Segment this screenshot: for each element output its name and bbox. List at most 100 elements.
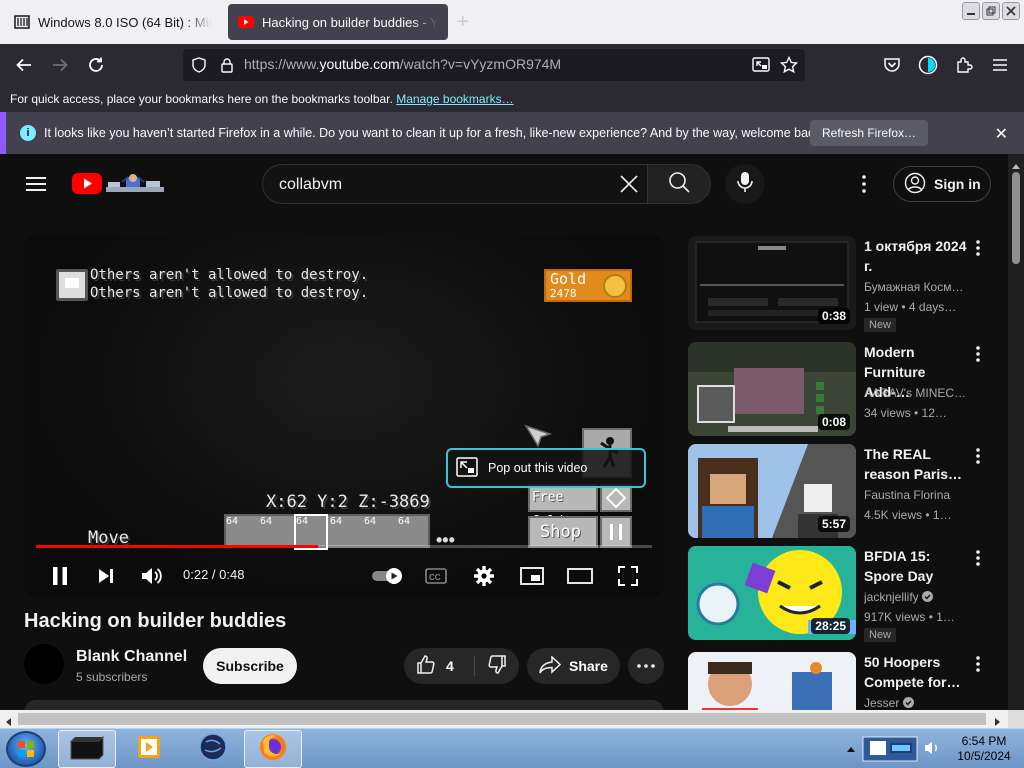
channel-name[interactable]: jacknjellify: [864, 590, 968, 604]
settings-gear-icon[interactable]: [468, 560, 500, 592]
video-thumbnail[interactable]: [688, 652, 856, 710]
manage-bookmarks-link[interactable]: Manage bookmarks…: [396, 92, 513, 106]
video-title[interactable]: 50 Hoopers Compete for…: [864, 652, 968, 692]
diamond-icon: [600, 484, 632, 512]
video-frame: Others aren't allowed to destroy. Others…: [24, 236, 664, 596]
address-bar[interactable]: https://www.youtube.com/watch?v=vYyzmOR9…: [183, 49, 805, 81]
channel-name[interactable]: Бумажная Косм…: [864, 280, 968, 294]
hotbar-slot-count: 64: [364, 516, 377, 527]
close-window-button[interactable]: [1002, 2, 1020, 20]
video-title: Hacking on builder buddies: [24, 610, 287, 632]
share-button[interactable]: Share: [527, 648, 620, 684]
duration-time: 0:48: [219, 567, 245, 582]
recommended-video[interactable]: 50 Hoopers Compete for… Jesser: [688, 652, 998, 710]
kebab-menu-icon[interactable]: [970, 238, 986, 258]
search-button[interactable]: [647, 164, 711, 204]
kebab-menu-icon[interactable]: [970, 446, 986, 466]
recommended-video[interactable]: 0:38 1 октября 2024 г. Бумажная Косм… 1 …: [688, 236, 998, 332]
taskbar-clock[interactable]: 6:54 PM 10/5/2024: [944, 734, 1024, 764]
taskbar-app-globe[interactable]: [184, 730, 242, 768]
youtube-logo[interactable]: [72, 171, 168, 200]
video-thumbnail[interactable]: 5:57: [688, 444, 856, 538]
video-thumbnail[interactable]: 0:08: [688, 342, 856, 436]
recommended-video[interactable]: 28:25 BFDIA 15: Spore Day jacknjellify 9…: [688, 546, 998, 642]
taskbar-app-terminal[interactable]: [58, 730, 116, 768]
tracking-shield-icon[interactable]: [187, 53, 211, 77]
channel-name[interactable]: Blank Channel: [76, 648, 187, 666]
channel-avatar[interactable]: [24, 644, 64, 684]
horizontal-scrollbar[interactable]: [0, 710, 1008, 728]
close-icon[interactable]: ✕: [995, 124, 1008, 144]
description-box[interactable]: [24, 700, 664, 710]
fullscreen-icon[interactable]: [612, 560, 644, 592]
coordinates-readout: X:62 Y:2 Z:-3869: [266, 492, 430, 512]
youtube-icon: [238, 14, 254, 30]
settings-kebab-icon[interactable]: [852, 172, 876, 196]
video-thumbnail[interactable]: 28:25: [688, 546, 856, 640]
theater-mode-icon[interactable]: [564, 560, 596, 592]
autoplay-toggle[interactable]: [370, 560, 406, 592]
new-tab-button[interactable]: +: [457, 12, 469, 32]
tray-expand-arrow-icon[interactable]: [846, 741, 856, 759]
scrollbar-corner: [1008, 710, 1024, 728]
voice-search-button[interactable]: [725, 164, 765, 204]
video-thumbnail[interactable]: 0:38: [688, 236, 856, 330]
picture-in-picture-icon[interactable]: [749, 53, 773, 77]
kebab-menu-icon[interactable]: [970, 548, 986, 568]
dislike-button[interactable]: [476, 648, 518, 684]
video-title[interactable]: 1 октября 2024 г.: [864, 236, 968, 276]
terminal-icon: [67, 733, 107, 766]
pop-out-tooltip[interactable]: Pop out this video: [446, 448, 646, 488]
channel-name[interactable]: Faustina Florina: [864, 488, 968, 502]
minimize-button[interactable]: [962, 2, 980, 20]
tray-volume-icon[interactable]: [924, 741, 940, 760]
like-button[interactable]: 4: [404, 648, 474, 684]
vertical-scroll-thumb[interactable]: [1012, 172, 1020, 264]
video-player[interactable]: Others aren't allowed to destroy. Others…: [24, 236, 664, 596]
sign-in-button[interactable]: Sign in: [893, 166, 991, 202]
more-actions-icon[interactable]: [628, 648, 664, 684]
restore-button[interactable]: [982, 2, 1000, 20]
start-button-icon[interactable]: [6, 731, 46, 767]
horizontal-scroll-thumb[interactable]: [18, 713, 986, 725]
extensions-icon[interactable]: [952, 53, 976, 77]
tab-youtube-video[interactable]: Hacking on builder buddies - Yo: [228, 4, 448, 40]
lock-icon[interactable]: [215, 53, 239, 77]
video-title[interactable]: BFDIA 15: Spore Day: [864, 546, 968, 586]
kebab-menu-icon[interactable]: [970, 344, 986, 364]
clock-date: 10/5/2024: [957, 749, 1011, 763]
recommended-video[interactable]: 5:57 The REAL reason Paris… Faustina Flo…: [688, 444, 998, 540]
channel-name[interactable]: Jesser: [864, 696, 968, 710]
clear-search-icon[interactable]: [618, 173, 640, 195]
next-icon[interactable]: [90, 560, 122, 592]
forward-arrow-icon[interactable]: [48, 53, 72, 77]
taskbar-app-media-player[interactable]: [120, 730, 178, 768]
refresh-firefox-button[interactable]: Refresh Firefox…: [810, 120, 929, 146]
subtitles-icon[interactable]: CC: [420, 560, 452, 592]
pause-icon[interactable]: [44, 560, 76, 592]
url-text: https://www.youtube.com/watch?v=vYyzmOR9…: [244, 56, 561, 72]
video-meta: 1 view • 4 days…: [864, 300, 957, 314]
search-input[interactable]: collabvm: [262, 164, 648, 204]
bookmark-star-icon[interactable]: [777, 53, 801, 77]
subscribe-button[interactable]: Subscribe: [203, 648, 297, 684]
recommended-video[interactable]: 0:08 Modern Furniture Add-… AARAV's MINE…: [688, 342, 998, 438]
miniplayer-icon[interactable]: [516, 560, 548, 592]
volume-icon[interactable]: [136, 560, 168, 592]
tray-network-icon[interactable]: [862, 735, 918, 768]
search-icon: [668, 171, 690, 198]
progress-bar[interactable]: [36, 545, 652, 548]
pocket-icon[interactable]: [880, 53, 904, 77]
account-icon[interactable]: [916, 53, 940, 77]
reload-icon[interactable]: [84, 53, 108, 77]
taskbar-app-firefox[interactable]: [244, 730, 302, 768]
video-title[interactable]: The REAL reason Paris…: [864, 444, 968, 484]
guide-menu-icon[interactable]: [26, 173, 46, 195]
vertical-scrollbar[interactable]: [1008, 154, 1024, 710]
back-arrow-icon[interactable]: [12, 53, 36, 77]
tab-windows-iso[interactable]: Windows 8.0 ISO (64 Bit) : Micro: [4, 4, 222, 40]
hamburger-menu-icon[interactable]: [988, 53, 1012, 77]
channel-name[interactable]: AARAV's MINEC…: [864, 386, 968, 400]
tab-title: Hacking on builder buddies - Yo: [262, 14, 438, 30]
kebab-menu-icon[interactable]: [970, 654, 986, 674]
